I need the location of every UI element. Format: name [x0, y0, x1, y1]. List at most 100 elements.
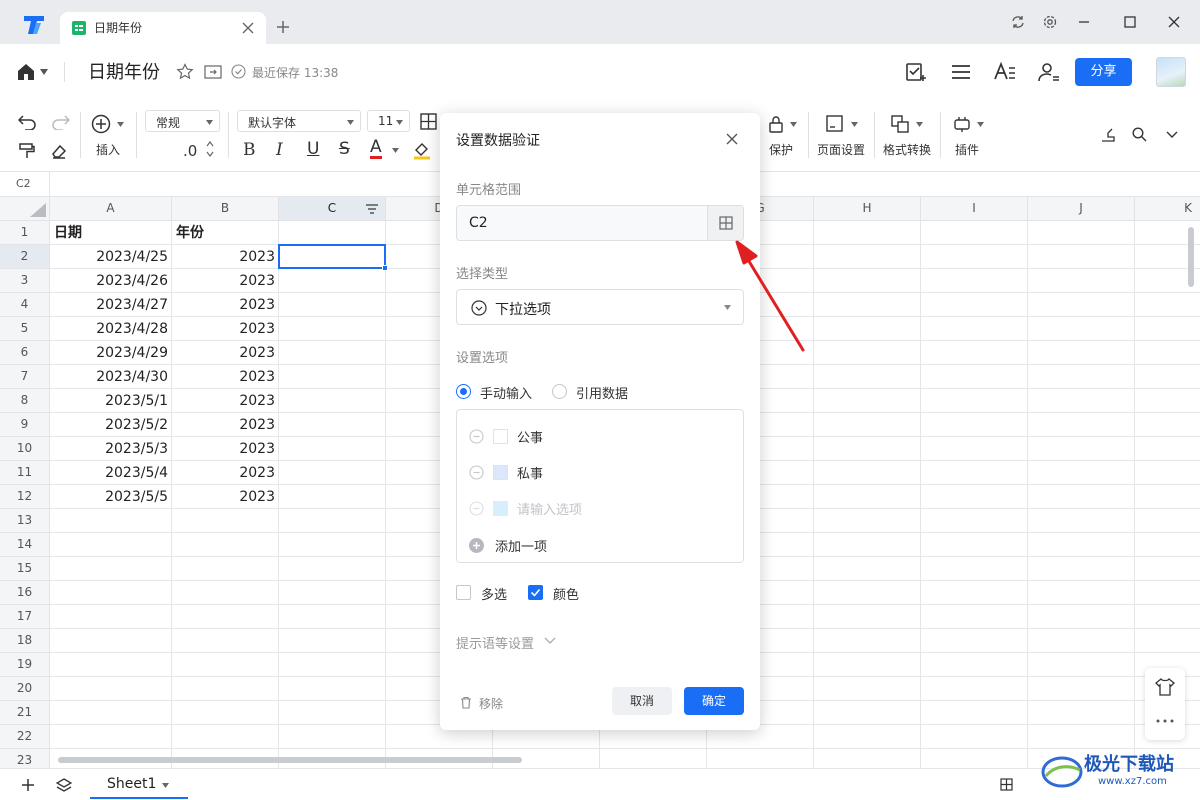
fill-color-icon[interactable]: [412, 141, 432, 161]
option-input-placeholder[interactable]: 请输入选项: [517, 499, 582, 518]
date-cell[interactable]: 2023/4/30: [50, 365, 172, 389]
insert-plus-icon[interactable]: [91, 114, 111, 134]
row-header[interactable]: 9: [0, 413, 50, 437]
date-cell[interactable]: 2023/4/25: [50, 245, 172, 269]
remove-option-icon[interactable]: [469, 465, 484, 480]
option-color-swatch[interactable]: [493, 501, 508, 516]
remove-option-icon[interactable]: [469, 501, 484, 516]
remove-option-icon[interactable]: [469, 429, 484, 444]
option-text[interactable]: 公事: [517, 427, 543, 446]
strikethrough-icon[interactable]: S: [339, 139, 350, 159]
sync-icon[interactable]: [1010, 14, 1026, 30]
radio-manual-input[interactable]: [456, 384, 471, 399]
share-button[interactable]: 分享: [1075, 58, 1132, 86]
plugin-label[interactable]: 插件: [955, 141, 979, 158]
multi-select-label[interactable]: 多选: [481, 584, 507, 603]
year-cell[interactable]: 2023: [172, 317, 279, 341]
row-header[interactable]: 3: [0, 269, 50, 293]
cell-reference[interactable]: C2: [16, 177, 31, 190]
color-checkbox[interactable]: [528, 585, 543, 600]
radio-reference-data[interactable]: [552, 384, 567, 399]
vertical-scrollbar[interactable]: [1188, 227, 1194, 287]
home-icon[interactable]: [16, 62, 36, 82]
view-grid-icon[interactable]: [1000, 778, 1013, 791]
menu-icon[interactable]: [949, 60, 973, 84]
year-cell[interactable]: 2023: [172, 389, 279, 413]
column-header[interactable]: K: [1135, 197, 1200, 221]
brush-icon[interactable]: [1100, 127, 1116, 143]
date-cell[interactable]: 2023/4/29: [50, 341, 172, 365]
chevron-down-icon[interactable]: [40, 69, 48, 75]
row-header[interactable]: 4: [0, 293, 50, 317]
range-input[interactable]: C2: [456, 205, 744, 241]
date-cell[interactable]: 2023/5/4: [50, 461, 172, 485]
plus-icon[interactable]: [276, 20, 290, 34]
redo-icon[interactable]: [52, 114, 70, 130]
year-cell[interactable]: 2023: [172, 269, 279, 293]
column-header[interactable]: I: [921, 197, 1028, 221]
row-header[interactable]: 13: [0, 509, 50, 533]
page-setup-label[interactable]: 页面设置: [817, 141, 865, 158]
doc-tab[interactable]: 日期年份: [60, 12, 266, 44]
table-header-cell[interactable]: 年份: [172, 221, 279, 245]
decimal-stepper-icon[interactable]: [206, 140, 214, 158]
year-cell[interactable]: 2023: [172, 437, 279, 461]
multi-select-checkbox[interactable]: [456, 585, 471, 600]
column-header[interactable]: B: [172, 197, 279, 221]
star-icon[interactable]: [176, 63, 194, 81]
option-color-swatch[interactable]: [493, 429, 508, 444]
row-header[interactable]: 2: [0, 245, 50, 269]
year-cell[interactable]: 2023: [172, 365, 279, 389]
layers-icon[interactable]: [56, 777, 72, 793]
row-header[interactable]: 11: [0, 461, 50, 485]
select-range-button[interactable]: [707, 206, 743, 240]
format-painter-icon[interactable]: [18, 142, 36, 160]
move-to-folder-icon[interactable]: [204, 64, 222, 80]
year-cell[interactable]: 2023: [172, 245, 279, 269]
row-header[interactable]: 21: [0, 701, 50, 725]
eraser-icon[interactable]: [50, 142, 68, 160]
avatar[interactable]: [1156, 57, 1186, 87]
row-header[interactable]: 6: [0, 341, 50, 365]
date-cell[interactable]: 2023/5/3: [50, 437, 172, 461]
italic-icon[interactable]: I: [276, 140, 283, 160]
close-icon[interactable]: [242, 22, 254, 34]
undo-icon[interactable]: [18, 114, 36, 130]
chevron-down-icon[interactable]: [851, 122, 858, 127]
lock-icon[interactable]: [768, 115, 784, 133]
search-icon[interactable]: [1132, 127, 1147, 142]
table-header-cell[interactable]: 日期: [50, 221, 172, 245]
confirm-button[interactable]: 确定: [684, 687, 744, 715]
column-header[interactable]: J: [1028, 197, 1135, 221]
chevron-down-icon[interactable]: [162, 783, 169, 788]
chevron-down-icon[interactable]: [117, 122, 124, 127]
page-setup-icon[interactable]: [826, 115, 843, 132]
row-header[interactable]: 18: [0, 629, 50, 653]
shirt-icon[interactable]: [1155, 678, 1175, 696]
font-size-select[interactable]: 11: [367, 110, 410, 132]
row-header[interactable]: 10: [0, 437, 50, 461]
task-add-icon[interactable]: [904, 60, 928, 84]
more-icon[interactable]: [1155, 718, 1175, 724]
insert-label[interactable]: 插入: [96, 141, 120, 158]
date-cell[interactable]: 2023/4/26: [50, 269, 172, 293]
sheet-tab[interactable]: Sheet1: [90, 769, 188, 799]
row-header[interactable]: 16: [0, 581, 50, 605]
radio-manual-label[interactable]: 手动输入: [480, 383, 532, 402]
add-sheet-icon[interactable]: [21, 778, 35, 792]
window-close-icon[interactable]: [1166, 14, 1182, 30]
row-header[interactable]: 17: [0, 605, 50, 629]
row-header[interactable]: 8: [0, 389, 50, 413]
chevron-down-icon[interactable]: [790, 122, 797, 127]
settings-icon[interactable]: [1042, 14, 1058, 30]
row-header[interactable]: 15: [0, 557, 50, 581]
minimize-icon[interactable]: [1076, 14, 1092, 30]
column-header[interactable]: H: [814, 197, 921, 221]
date-cell[interactable]: 2023/5/5: [50, 485, 172, 509]
format-convert-icon[interactable]: [891, 115, 909, 133]
row-header[interactable]: 14: [0, 533, 50, 557]
maximize-icon[interactable]: [1122, 14, 1138, 30]
user-manage-icon[interactable]: [1037, 60, 1061, 84]
cancel-button[interactable]: 取消: [612, 687, 672, 715]
year-cell[interactable]: 2023: [172, 485, 279, 509]
